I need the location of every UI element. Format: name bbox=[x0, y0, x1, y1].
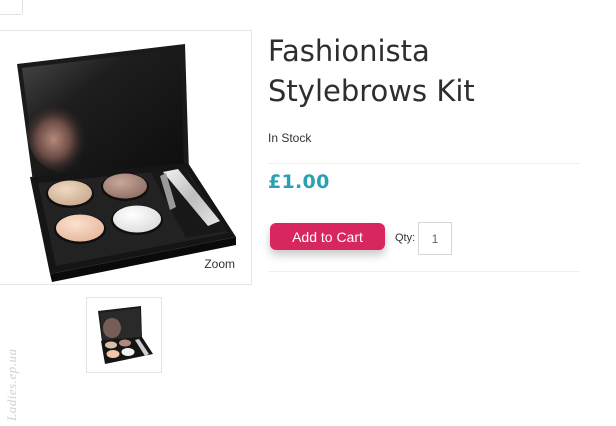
product-title: Fashionista Stylebrows Kit bbox=[268, 34, 475, 108]
watermark-text: Ladies.ep.ua bbox=[4, 348, 19, 421]
eyeshadow-palette-thumbnail-icon bbox=[98, 306, 153, 364]
qty-input[interactable] bbox=[418, 222, 452, 255]
product-thumbnail[interactable] bbox=[86, 297, 162, 373]
top-tab-corner bbox=[0, 0, 23, 15]
divider-top bbox=[268, 163, 580, 164]
eyeshadow-palette-kit-image bbox=[17, 44, 236, 282]
zoom-label[interactable]: Zoom bbox=[204, 257, 235, 271]
qty-label: Qty: bbox=[395, 232, 416, 244]
stock-status: In Stock bbox=[268, 131, 312, 145]
add-to-cart-button[interactable]: Add to Cart bbox=[270, 223, 385, 250]
divider-bottom bbox=[268, 271, 580, 272]
main-product-image[interactable]: Zoom bbox=[0, 30, 252, 285]
product-price: £1.00 bbox=[268, 171, 330, 193]
